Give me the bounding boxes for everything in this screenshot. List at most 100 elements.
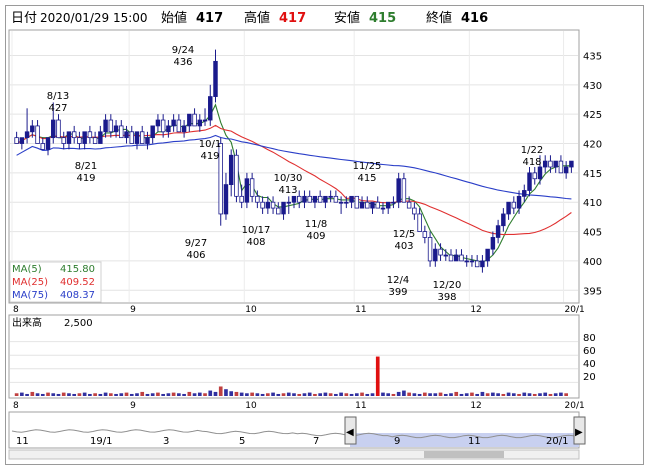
- peak-labels: 8/134278/214199/244369/2740610/141910/17…: [47, 45, 543, 303]
- navigator-label: 20/1: [546, 436, 568, 447]
- volume-bar: [307, 392, 312, 396]
- volume-bar: [475, 393, 480, 396]
- candle: [202, 119, 208, 122]
- candle: [448, 254, 454, 262]
- candle: [480, 260, 485, 268]
- candle: [302, 195, 307, 203]
- volume-bar: [145, 393, 150, 396]
- price-tick-label: 395: [583, 286, 602, 297]
- candle: [14, 137, 19, 144]
- volume-bar: [82, 392, 87, 396]
- candle: [433, 248, 438, 262]
- month-label: 8: [13, 305, 19, 315]
- peak-value-label: 436: [173, 57, 192, 68]
- candle: [30, 125, 35, 133]
- peak-date-label: 11/25: [353, 161, 382, 172]
- navigator-label: 7: [313, 436, 319, 447]
- price-tick-label: 415: [583, 169, 602, 180]
- volume-bar: [548, 393, 553, 396]
- peak-date-label: 11/8: [305, 219, 327, 230]
- month-label: 10: [245, 305, 257, 315]
- candle: [87, 131, 93, 139]
- volume-bar: [459, 393, 464, 396]
- volume-bar: [318, 393, 322, 396]
- volume-bar: [344, 393, 349, 396]
- volume-bar: [286, 392, 291, 396]
- candle: [40, 143, 46, 150]
- volume-unit: 2,500: [64, 318, 93, 329]
- candle: [375, 201, 380, 209]
- volume-bar: [559, 392, 563, 396]
- candle: [391, 201, 396, 204]
- volume-bar: [135, 393, 139, 396]
- volume-bar: [428, 393, 432, 396]
- peak-date-label: 12/4: [387, 275, 409, 286]
- volume-bar: [14, 393, 19, 396]
- candle: [380, 207, 386, 210]
- peak-date-label: 10/17: [242, 225, 271, 236]
- candle: [485, 248, 490, 262]
- candle: [171, 119, 176, 127]
- candle: [255, 195, 260, 203]
- volume-bar: [501, 393, 506, 396]
- candle: [77, 137, 82, 144]
- volume-bar: [114, 393, 118, 396]
- volume-bar: [171, 392, 176, 396]
- price-tick-label: 420: [583, 140, 602, 151]
- candle: [532, 172, 537, 180]
- volume-bar: [119, 393, 124, 396]
- volume-bar: [297, 393, 302, 396]
- high-value: 417: [279, 11, 306, 26]
- navigator-label: 9: [394, 436, 400, 447]
- volume-bar: [213, 391, 218, 396]
- volume-bar: [161, 393, 165, 396]
- right-arrow-icon: ▶: [575, 427, 583, 438]
- candle: [260, 201, 265, 209]
- peak-value-label: 413: [278, 185, 297, 196]
- volume-bar: [328, 393, 333, 396]
- volume-bar: [255, 393, 260, 396]
- close-label: 終値: [426, 10, 452, 26]
- candle: [187, 113, 192, 127]
- open-value: 417: [196, 11, 223, 26]
- navigator[interactable]: ◀ ▶ 11 19/1 3 5 7 9 11 20/1: [8, 411, 586, 460]
- candle: [213, 60, 218, 97]
- candle: [511, 201, 517, 209]
- price-tick-label: 430: [583, 81, 602, 92]
- navigator-label: 11: [16, 436, 29, 447]
- volume-bar: [77, 393, 82, 396]
- candle: [344, 201, 349, 204]
- scrollbar-thumb[interactable]: [424, 451, 504, 458]
- volume-bar: [156, 392, 160, 396]
- volume-title: 出来高: [12, 316, 42, 329]
- volume-bar: [276, 393, 281, 396]
- price-tick-label: 400: [583, 257, 602, 268]
- volume-bar: [266, 393, 270, 396]
- candle: [228, 154, 234, 186]
- volume-bar: [25, 393, 29, 396]
- peak-date-label: 12/20: [433, 280, 462, 291]
- peak-value-label: 399: [388, 287, 407, 298]
- volume-bar: [302, 393, 307, 396]
- volume-bar: [67, 393, 71, 396]
- volume-bar: [61, 392, 66, 396]
- volume-bar: [391, 393, 396, 396]
- candle: [495, 225, 501, 238]
- volume-bar: [260, 393, 265, 396]
- candle: [542, 160, 548, 168]
- volume-bar: [20, 392, 24, 396]
- volume-bar: [187, 391, 192, 396]
- candle: [208, 96, 213, 121]
- volume-bar: [140, 391, 145, 396]
- volume-bar: [553, 393, 558, 396]
- candle: [192, 113, 197, 127]
- candle: [45, 137, 51, 150]
- volume-bar: [313, 393, 317, 396]
- candle: [385, 201, 391, 209]
- volume-bar: [339, 392, 343, 396]
- volume-bar: [72, 393, 77, 396]
- price-tick-label: 405: [583, 228, 602, 239]
- candle: [66, 131, 72, 144]
- volume-bar: [182, 393, 186, 396]
- candles: [14, 49, 574, 273]
